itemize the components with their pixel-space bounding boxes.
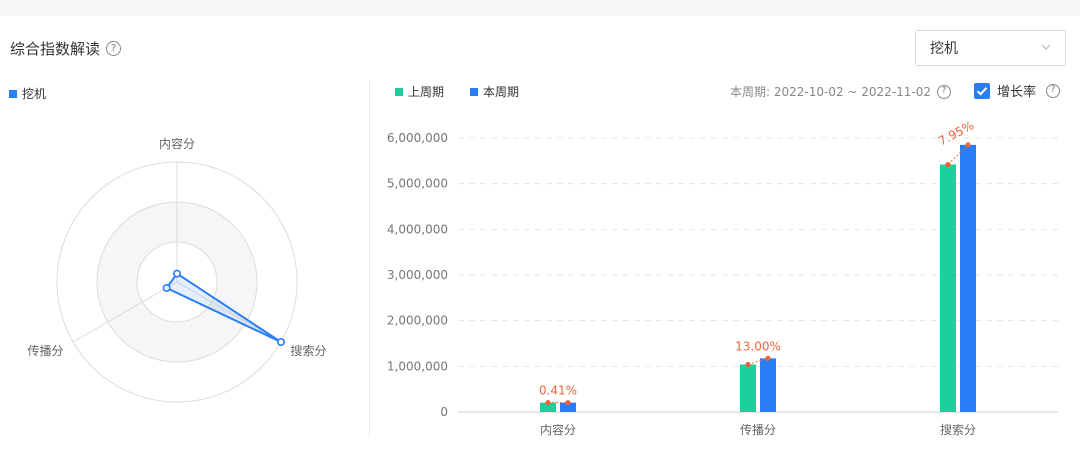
- legend-prev-label: 上周期: [408, 85, 445, 99]
- period-help-icon[interactable]: ?: [937, 84, 952, 99]
- growth-point: [965, 142, 971, 148]
- growth-point: [745, 361, 751, 368]
- y-tick-label: 3,000,000: [387, 268, 448, 282]
- top-strip: [0, 0, 1080, 16]
- radar-legend-swatch: [9, 89, 17, 98]
- page-title: 综合指数解读: [10, 40, 101, 58]
- growth-toggle[interactable]: 增长率 ?: [974, 81, 1061, 100]
- radar-point: [173, 269, 182, 278]
- radar-axis-label: 内容分: [159, 136, 195, 151]
- radar-point: [276, 338, 285, 347]
- bar-prev: [940, 164, 956, 412]
- y-tick-label: 4,000,000: [387, 222, 448, 236]
- x-tick-label: 搜索分: [940, 422, 976, 437]
- y-tick-label: 6,000,000: [387, 131, 448, 145]
- x-tick-label: 传播分: [740, 422, 776, 437]
- period-text: 本周期: 2022-10-02 ~ 2022-11-02: [730, 85, 932, 99]
- legend-prev-swatch: [395, 87, 403, 96]
- keyword-select-value: 挖机: [930, 41, 958, 57]
- legend-curr-swatch: [470, 87, 479, 96]
- radar-axis-label: 搜索分: [291, 343, 327, 358]
- period-range: 本周期: 2022-10-02 ~ 2022-11-02 ?: [730, 83, 952, 100]
- radar-chart: 内容分搜索分 传播分: [27, 136, 327, 403]
- growth-help-icon[interactable]: ?: [1046, 83, 1061, 98]
- bar-curr: [760, 358, 776, 412]
- y-tick-label: 5,000,000: [387, 177, 448, 191]
- help-icon[interactable]: ?: [106, 41, 122, 56]
- section-header: 综合指数解读 ?: [10, 38, 122, 59]
- growth-rate-label: 13.00%: [735, 339, 781, 353]
- y-tick-label: 2,000,000: [387, 314, 448, 328]
- legend-item-prev[interactable]: 上周期: [395, 83, 444, 100]
- legend-item-curr[interactable]: 本周期: [470, 83, 519, 100]
- growth-point: [945, 161, 951, 168]
- y-tick-label: 0: [440, 405, 448, 419]
- chevron-down-icon: [1041, 44, 1051, 50]
- bar-legend: 上周期 本周期: [395, 83, 545, 100]
- growth-rate-label: 0.41%: [539, 384, 577, 398]
- bar-curr: [960, 144, 976, 412]
- keyword-select[interactable]: 挖机: [915, 30, 1066, 66]
- bar-chart: 0 1,000,000 2,000,000 3,000,000 4,000,000 5,0…: [387, 118, 1058, 437]
- radar-axis-label: 传播分: [27, 343, 63, 358]
- growth-point: [565, 399, 571, 406]
- growth-label: 增长率: [997, 85, 1037, 100]
- growth-point: [545, 400, 551, 406]
- check-icon: [976, 86, 988, 96]
- legend-curr-label: 本周期: [483, 85, 520, 99]
- y-tick-label: 1,000,000: [387, 359, 448, 373]
- growth-checkbox[interactable]: [974, 82, 990, 99]
- radar-point: [162, 284, 171, 293]
- x-tick-label: 内容分: [540, 422, 576, 437]
- growth-point: [765, 355, 771, 361]
- bar-prev: [740, 364, 756, 412]
